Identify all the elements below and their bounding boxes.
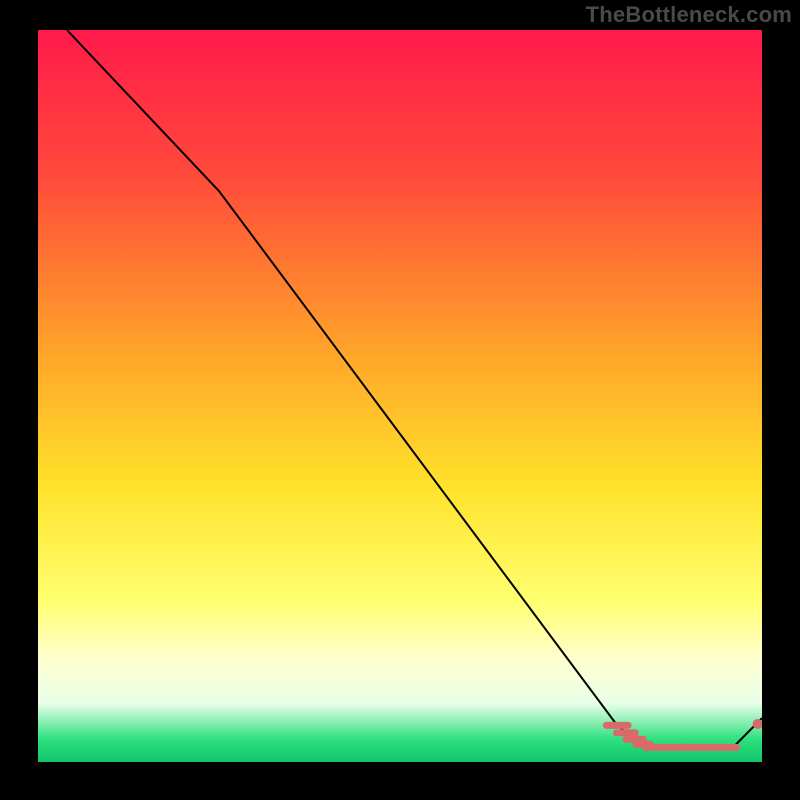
plot-area: [38, 30, 762, 762]
chart-svg: [38, 30, 762, 762]
chart-frame: TheBottleneck.com: [0, 0, 800, 800]
gradient-background: [38, 30, 762, 762]
watermark-text: TheBottleneck.com: [586, 2, 792, 28]
